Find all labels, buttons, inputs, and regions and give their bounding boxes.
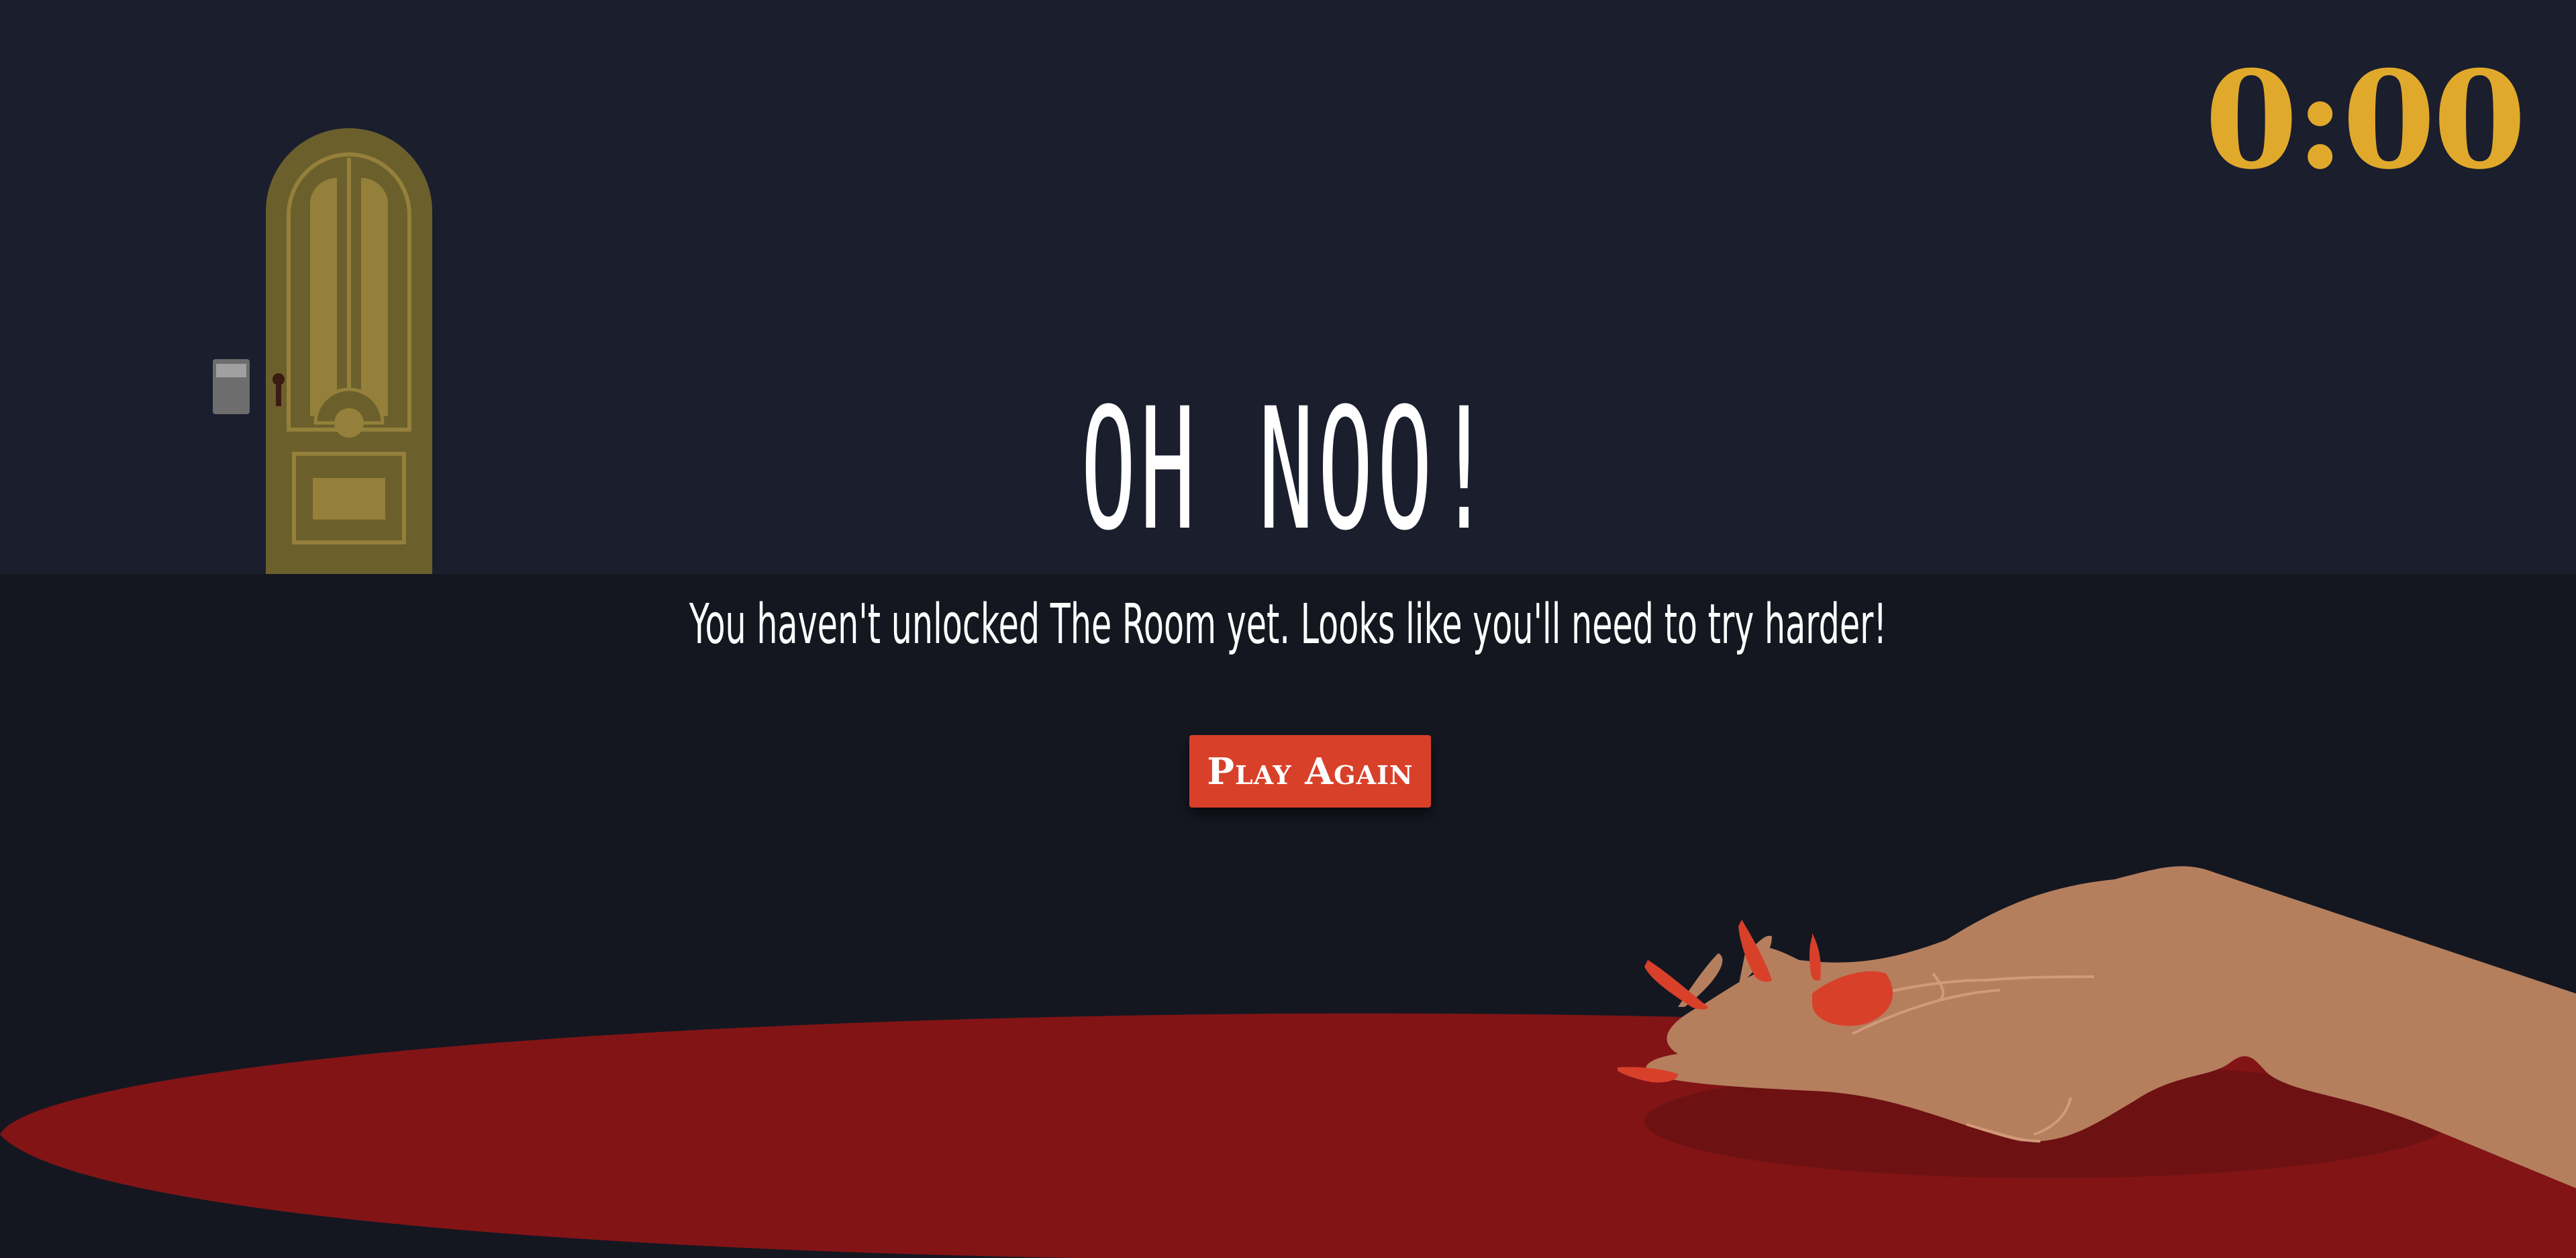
game-over-headline: OH NOO! — [1081, 372, 1495, 567]
play-again-button[interactable]: Play Again — [1189, 735, 1431, 808]
keypad-icon[interactable] — [213, 359, 250, 414]
game-over-screen: 0:00 OH NOO! You haven't unlocked The Ro… — [0, 0, 2576, 1258]
countdown-timer: 0:00 — [2204, 42, 2526, 199]
door-icon[interactable] — [266, 128, 432, 574]
game-over-message: You haven't unlocked The Room yet. Looks… — [689, 593, 1887, 657]
